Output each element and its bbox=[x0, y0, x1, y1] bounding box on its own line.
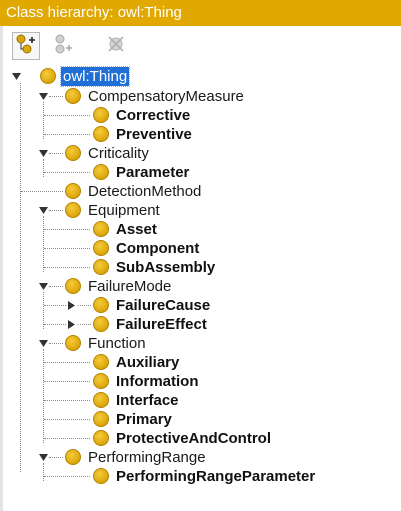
tree-item-information[interactable]: Information bbox=[3, 372, 401, 391]
add-sibling-class-icon bbox=[54, 34, 76, 59]
class-icon bbox=[65, 88, 81, 104]
tree-item-compensatory-measure[interactable]: CompensatoryMeasure bbox=[3, 87, 401, 106]
tree-item-criticality[interactable]: Criticality bbox=[3, 144, 401, 163]
expand-toggle-icon[interactable] bbox=[38, 338, 49, 349]
tree-item-auxiliary[interactable]: Auxiliary bbox=[3, 353, 401, 372]
tree-item-failure-effect[interactable]: FailureEffect bbox=[3, 315, 401, 334]
class-icon bbox=[93, 221, 109, 237]
delete-class-icon bbox=[105, 34, 127, 59]
tree-item-failure-mode[interactable]: FailureMode bbox=[3, 277, 401, 296]
class-label: SubAssembly bbox=[116, 259, 216, 276]
expand-toggle-icon[interactable] bbox=[38, 148, 49, 159]
add-subclass-icon bbox=[15, 34, 37, 59]
class-label: Primary bbox=[116, 411, 172, 428]
expand-toggle-icon[interactable] bbox=[38, 91, 49, 102]
class-label: FailureEffect bbox=[116, 316, 207, 333]
class-label: Interface bbox=[116, 392, 179, 409]
class-icon bbox=[65, 335, 81, 351]
tree-item-failure-cause[interactable]: FailureCause bbox=[3, 296, 401, 315]
tree-item-subassembly[interactable]: SubAssembly bbox=[3, 258, 401, 277]
class-icon bbox=[40, 68, 56, 84]
class-icon bbox=[93, 259, 109, 275]
tree-item-preventive[interactable]: Preventive bbox=[3, 125, 401, 144]
class-label: Information bbox=[116, 373, 199, 390]
class-label: FailureCause bbox=[116, 297, 211, 314]
toolbar bbox=[3, 26, 401, 64]
class-label: Parameter bbox=[116, 164, 190, 181]
class-label: Function bbox=[88, 335, 146, 352]
expand-toggle-icon[interactable] bbox=[38, 281, 49, 292]
tree-item-detection-method[interactable]: DetectionMethod bbox=[3, 182, 401, 201]
class-label: DetectionMethod bbox=[88, 183, 202, 200]
panel-title: Class hierarchy: owl:Thing bbox=[0, 0, 401, 26]
tree-item-equipment[interactable]: Equipment bbox=[3, 201, 401, 220]
expand-toggle-icon[interactable] bbox=[11, 71, 22, 82]
class-label: PerformingRange bbox=[88, 449, 206, 466]
class-icon bbox=[65, 183, 81, 199]
class-icon bbox=[93, 316, 109, 332]
tree-item-component[interactable]: Component bbox=[3, 239, 401, 258]
collapsed-toggle-icon[interactable] bbox=[66, 300, 77, 311]
tree-root-owl-thing[interactable]: owl:Thing bbox=[3, 66, 401, 87]
tree-item-protective-and-control[interactable]: ProtectiveAndControl bbox=[3, 429, 401, 448]
class-icon bbox=[93, 126, 109, 142]
class-label: Component bbox=[116, 240, 200, 257]
class-label: CompensatoryMeasure bbox=[88, 88, 244, 105]
class-icon bbox=[93, 164, 109, 180]
class-icon bbox=[93, 107, 109, 123]
class-icon bbox=[65, 449, 81, 465]
class-icon bbox=[93, 240, 109, 256]
tree-item-corrective[interactable]: Corrective bbox=[3, 106, 401, 125]
collapsed-toggle-icon[interactable] bbox=[66, 319, 77, 330]
expand-toggle-icon[interactable] bbox=[38, 452, 49, 463]
class-label: PerformingRangeParameter bbox=[116, 468, 316, 485]
tree-item-performing-range-parameter[interactable]: PerformingRangeParameter bbox=[3, 467, 401, 486]
class-icon bbox=[65, 278, 81, 294]
class-label: Corrective bbox=[116, 107, 191, 124]
class-label: Equipment bbox=[88, 202, 160, 219]
tree-item-parameter[interactable]: Parameter bbox=[3, 163, 401, 182]
delete-class-button[interactable] bbox=[102, 32, 130, 60]
class-label: Criticality bbox=[88, 145, 149, 162]
expand-toggle-icon[interactable] bbox=[38, 205, 49, 216]
class-icon bbox=[93, 297, 109, 313]
class-label: FailureMode bbox=[88, 278, 172, 295]
class-label: Auxiliary bbox=[116, 354, 180, 371]
tree-item-function[interactable]: Function bbox=[3, 334, 401, 353]
add-sibling-class-button[interactable] bbox=[51, 32, 79, 60]
class-label: owl:Thing bbox=[59, 66, 131, 87]
class-icon bbox=[93, 392, 109, 408]
class-label: Asset bbox=[116, 221, 157, 238]
class-icon bbox=[65, 202, 81, 218]
class-icon bbox=[93, 354, 109, 370]
class-icon bbox=[93, 430, 109, 446]
tree-item-performing-range[interactable]: PerformingRange bbox=[3, 448, 401, 467]
tree-item-primary[interactable]: Primary bbox=[3, 410, 401, 429]
add-subclass-button[interactable] bbox=[12, 32, 40, 60]
class-icon bbox=[93, 411, 109, 427]
tree-item-asset[interactable]: Asset bbox=[3, 220, 401, 239]
class-icon bbox=[93, 373, 109, 389]
class-label: ProtectiveAndControl bbox=[116, 430, 272, 447]
tree-item-interface[interactable]: Interface bbox=[3, 391, 401, 410]
class-label: Preventive bbox=[116, 126, 192, 143]
class-tree[interactable]: owl:Thing CompensatoryMeasure Corrective… bbox=[3, 64, 401, 511]
class-icon bbox=[93, 468, 109, 484]
class-icon bbox=[65, 145, 81, 161]
